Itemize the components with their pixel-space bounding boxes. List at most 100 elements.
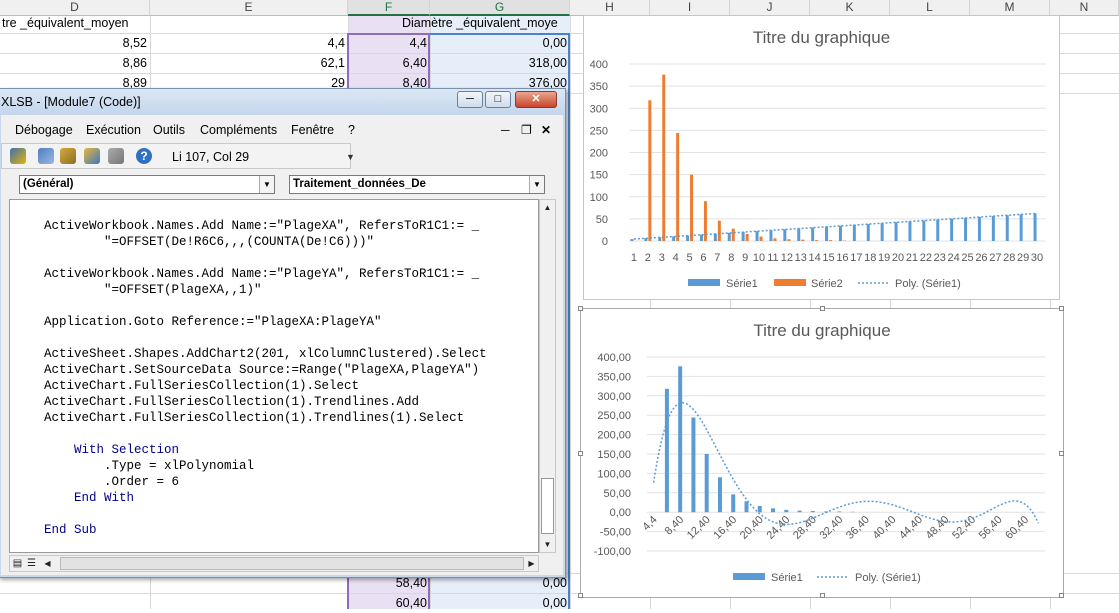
vba-title-bar[interactable]: XLSB - [Module7 (Code)] ─ □ ✕ — [0, 89, 565, 115]
column-header-e[interactable]: E — [150, 0, 348, 16]
menu-fenetre[interactable]: Fenêtre — [291, 123, 334, 137]
resize-handle-tl[interactable] — [578, 306, 583, 311]
resize-handle-tr[interactable] — [1059, 306, 1064, 311]
code-line[interactable] — [44, 506, 487, 522]
procedure-dropdown[interactable]: Traitement_données_De ▼ — [289, 175, 545, 194]
cell-g1[interactable]: Diamètre _équivalent_moye — [402, 13, 570, 33]
y-tick-label: 400,00 — [597, 352, 631, 364]
toolbar-options-icon[interactable]: ▼ — [346, 144, 354, 170]
chevron-down-icon[interactable]: ▼ — [529, 176, 544, 193]
close-window-button[interactable]: ✕ — [515, 91, 557, 108]
object-browser-icon[interactable] — [84, 148, 100, 164]
code-line[interactable]: Application.Goto Reference:="PlageXA:Pla… — [44, 314, 487, 330]
maximize-button[interactable]: □ — [485, 91, 511, 108]
cell-g3[interactable]: 318,00 — [430, 53, 570, 73]
child-minimize-icon[interactable]: ─ — [501, 123, 510, 137]
toolbox-icon[interactable] — [108, 148, 124, 164]
scroll-down-icon[interactable]: ▼ — [540, 537, 555, 552]
cell-e2[interactable]: 4,4 — [150, 33, 348, 53]
code-line[interactable] — [44, 250, 487, 266]
code-text[interactable]: ActiveWorkbook.Names.Add Name:="PlageXA"… — [44, 218, 487, 538]
column-header-i[interactable]: I — [650, 0, 730, 16]
y-tick-label: 300 — [590, 103, 608, 115]
bar — [665, 389, 669, 512]
menu-outils[interactable]: Outils — [153, 123, 185, 137]
column-header-l[interactable]: L — [890, 0, 970, 16]
code-line[interactable]: .Type = xlPolynomial — [44, 458, 487, 474]
cell-f3[interactable]: 6,40 — [348, 53, 430, 73]
resize-handle-br[interactable] — [1059, 593, 1064, 598]
x-tick-label: 15 — [822, 252, 834, 264]
cell-g2[interactable]: 0,00 — [430, 33, 570, 53]
scroll-left-icon[interactable]: ◀ — [40, 556, 55, 571]
help-icon[interactable]: ? — [136, 148, 152, 164]
cell-f-row-b[interactable]: 60,40 — [348, 593, 430, 613]
code-line[interactable] — [44, 330, 487, 346]
menu-execution[interactable]: Exécution — [86, 123, 141, 137]
code-line[interactable]: ActiveSheet.Shapes.AddChart2(201, xlColu… — [44, 346, 487, 362]
code-line[interactable]: ActiveChart.FullSeriesCollection(1).Tren… — [44, 394, 487, 410]
cell-e3[interactable]: 62,1 — [150, 53, 348, 73]
cell-g-row-b[interactable]: 0,00 — [430, 593, 570, 613]
resize-handle-b[interactable] — [820, 593, 825, 598]
code-line[interactable]: "=OFFSET(PlageXA,,1)" — [44, 282, 487, 298]
cell-d1[interactable]: tre _équivalent_moyen — [2, 13, 148, 33]
code-line[interactable]: ActiveChart.FullSeriesCollection(1).Tren… — [44, 410, 487, 426]
x-tick-label: 5 — [686, 252, 692, 264]
code-line[interactable] — [44, 426, 487, 442]
cell-d3[interactable]: 8,86 — [0, 53, 150, 73]
scroll-up-icon[interactable]: ▲ — [540, 200, 555, 215]
chevron-down-icon[interactable]: ▼ — [259, 176, 274, 193]
chart-2[interactable]: Titre du graphique -100,00-50,000,0050,0… — [580, 308, 1064, 598]
menu-help[interactable]: ? — [348, 123, 355, 137]
resize-handle-bl[interactable] — [578, 593, 583, 598]
menu-complements[interactable]: Compléments — [200, 123, 277, 137]
column-header-h[interactable]: H — [570, 0, 650, 16]
bar — [732, 229, 735, 241]
x-tick-label: 8,40 — [663, 514, 687, 538]
code-line[interactable]: .Order = 6 — [44, 474, 487, 490]
vertical-scroll-thumb[interactable] — [541, 478, 554, 534]
code-line[interactable]: ActiveChart.SetSourceData Source:=Range(… — [44, 362, 487, 378]
resize-handle-t[interactable] — [820, 306, 825, 311]
column-header-m[interactable]: M — [970, 0, 1050, 16]
code-line[interactable]: ActiveWorkbook.Names.Add Name:="PlageYA"… — [44, 266, 487, 282]
resize-handle-l[interactable] — [578, 451, 583, 456]
code-line[interactable]: ActiveWorkbook.Names.Add Name:="PlageXA"… — [44, 218, 487, 234]
minimize-button[interactable]: ─ — [457, 91, 483, 108]
properties-icon[interactable] — [60, 148, 76, 164]
x-tick-label: 28 — [1003, 252, 1015, 264]
x-tick-label: 4,4 — [640, 514, 659, 533]
horizontal-scroll-thumb[interactable] — [60, 557, 524, 570]
column-header-j[interactable]: J — [730, 0, 810, 16]
code-line[interactable]: ActiveChart.FullSeriesCollection(1).Sele… — [44, 378, 487, 394]
design-mode-icon[interactable] — [10, 148, 26, 164]
module-view-icon[interactable]: ☰ — [24, 556, 39, 571]
code-editor[interactable]: ActiveWorkbook.Names.Add Name:="PlageXA"… — [9, 199, 539, 553]
column-header-n[interactable]: N — [1050, 0, 1119, 16]
horizontal-scrollbar[interactable]: ▤ ☰ ◀ ▶ — [9, 555, 539, 572]
x-tick-label: 24,40 — [764, 514, 792, 542]
vba-editor-window[interactable]: XLSB - [Module7 (Code)] ─ □ ✕ Débogage E… — [0, 88, 566, 578]
trendline — [654, 403, 1039, 525]
procedure-view-icon[interactable]: ▤ — [10, 556, 25, 571]
code-line[interactable] — [44, 298, 487, 314]
code-line[interactable]: "=OFFSET(De!R6C6,,,(COUNTA(De!C6)))" — [44, 234, 487, 250]
project-explorer-icon[interactable] — [38, 148, 54, 164]
x-tick-label: 27 — [989, 252, 1001, 264]
chart-1[interactable]: Titre du graphique 050100150200250300350… — [583, 15, 1060, 300]
object-dropdown[interactable]: (Général) ▼ — [19, 175, 275, 194]
code-line[interactable]: End Sub — [44, 522, 487, 538]
menu-debogage[interactable]: Débogage — [15, 123, 73, 137]
column-header-k[interactable]: K — [810, 0, 890, 16]
cell-d2[interactable]: 8,52 — [0, 33, 150, 53]
code-line[interactable]: With Selection — [44, 442, 487, 458]
code-line[interactable]: End With — [44, 490, 487, 506]
child-close-icon[interactable]: ✕ — [541, 123, 551, 137]
scroll-right-icon[interactable]: ▶ — [524, 556, 539, 571]
resize-handle-r[interactable] — [1059, 451, 1064, 456]
cell-f2[interactable]: 4,4 — [348, 33, 430, 53]
vertical-scrollbar[interactable]: ▲ ▼ — [539, 199, 556, 553]
child-restore-icon[interactable]: ❐ — [521, 123, 532, 137]
bar — [714, 234, 717, 241]
